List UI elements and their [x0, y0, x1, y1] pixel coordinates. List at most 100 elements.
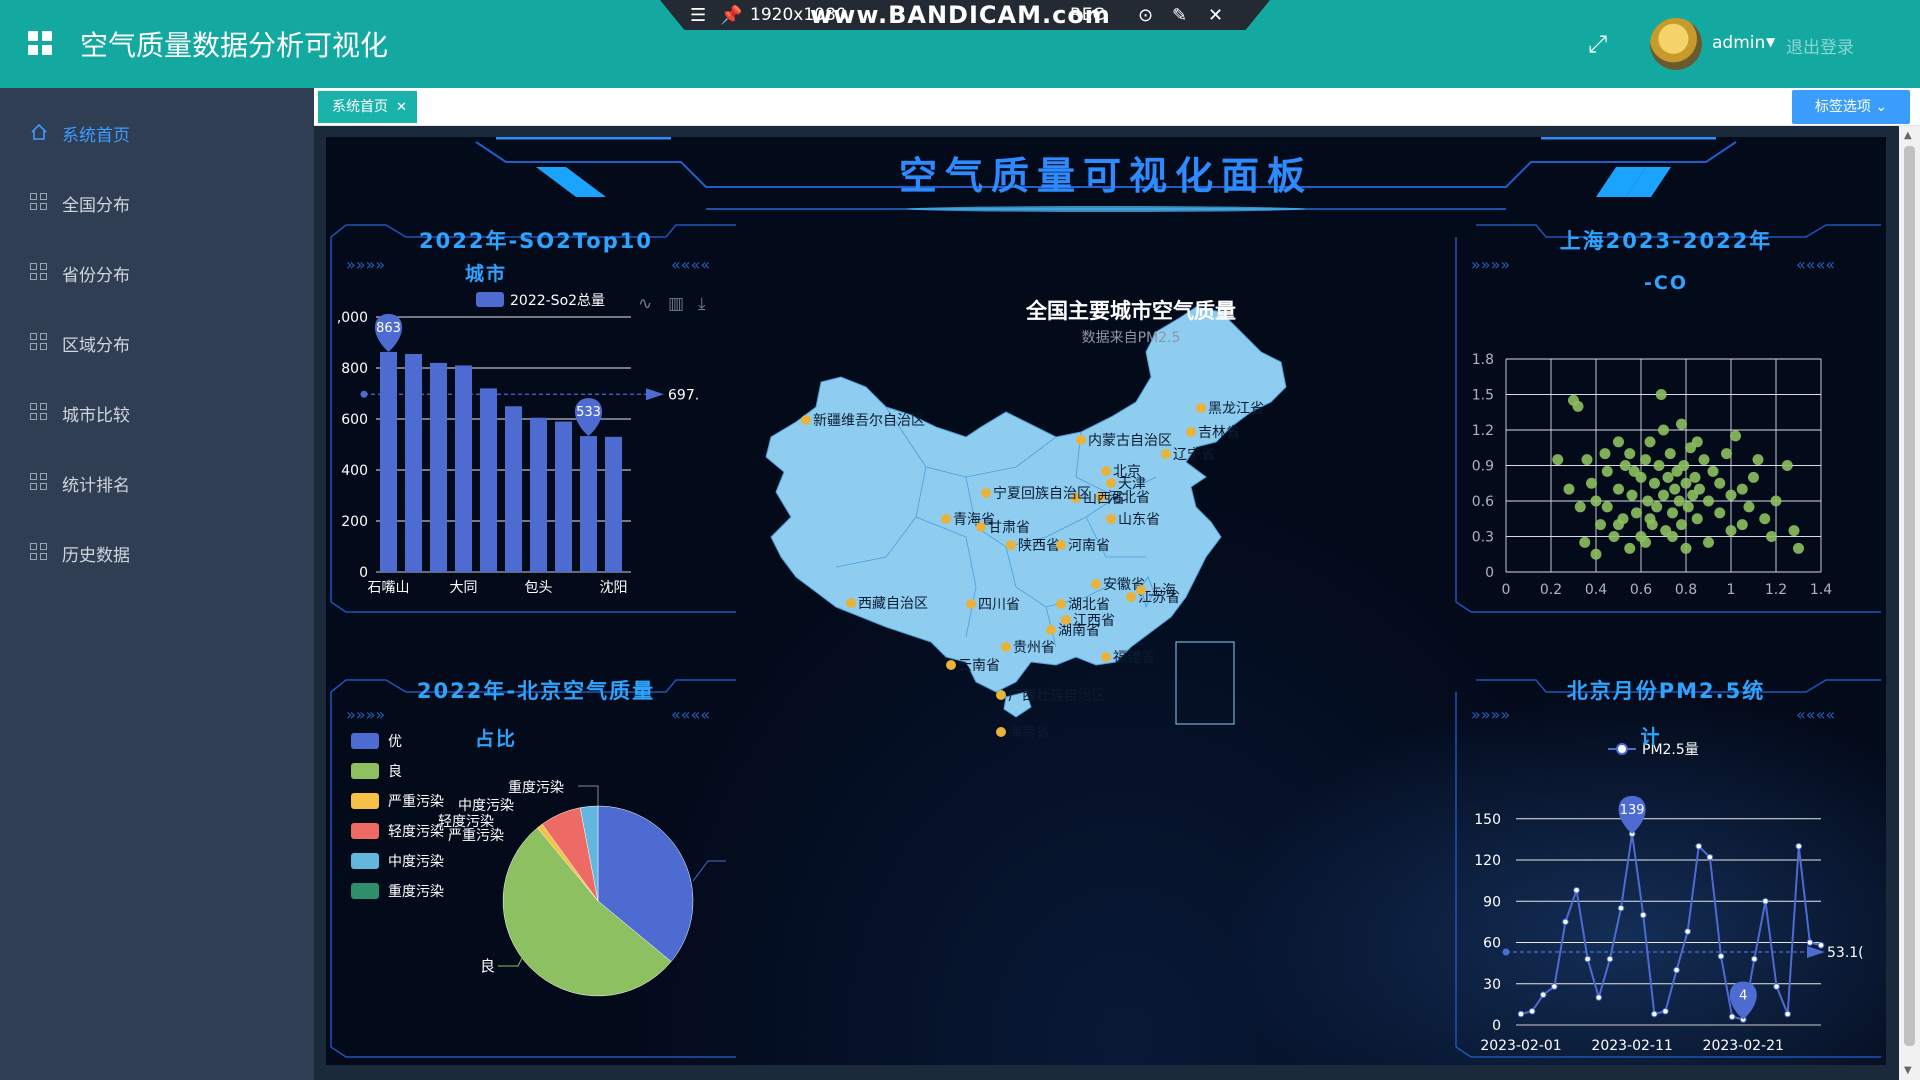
co-xtick-label: 0.4	[1585, 582, 1607, 598]
co-point	[1667, 507, 1678, 519]
svg-text:««««: ««««	[671, 255, 710, 274]
pie-leader-line	[578, 785, 599, 806]
co-point	[1682, 501, 1694, 513]
sidebar-item-national[interactable]: 全国分布	[0, 173, 314, 233]
map-city-dot	[1001, 642, 1011, 652]
close-icon[interactable]: ✕	[1208, 5, 1223, 26]
pencil-icon[interactable]: ✎	[1172, 5, 1187, 26]
scroll-up-icon[interactable]: ▲	[1904, 130, 1912, 141]
page-scrollbar[interactable]: ▲ ▼	[1899, 126, 1920, 1080]
grid-icon	[30, 543, 48, 561]
co-point	[1662, 471, 1674, 483]
recorder-rec[interactable]: REC	[1070, 5, 1104, 25]
sidebar-item-home[interactable]: 系统首页	[0, 103, 314, 163]
co-point	[1788, 525, 1800, 537]
pie-legend-swatch	[351, 853, 379, 869]
so2-bar	[480, 388, 497, 572]
co-point	[1691, 436, 1703, 448]
pie-leader-line	[692, 860, 726, 882]
so2-xtick-label: 包头	[525, 580, 553, 596]
tab-options-button[interactable]: 标签选项 ⌄	[1792, 90, 1910, 124]
pm-point	[1573, 886, 1580, 894]
co-point	[1725, 525, 1737, 537]
menu-icon[interactable]: ☰	[690, 5, 706, 26]
co-title: 上海2023-2022年	[1559, 229, 1773, 253]
sidebar: 系统首页 全国分布 省份分布 区域分布 城市比较 统计排名 历史数据	[0, 88, 314, 1080]
map-city-label: 湖北省	[1068, 597, 1110, 613]
sidebar-item-history[interactable]: 历史数据	[0, 523, 314, 583]
so2-ytick-label: 600	[341, 412, 368, 428]
map-city-dot	[946, 660, 956, 670]
scrollbar-thumb[interactable]	[1904, 146, 1915, 1046]
co-point	[1613, 519, 1624, 531]
recorder-brand: www.BANDICAM.com	[810, 1, 1111, 29]
sidebar-item-province[interactable]: 省份分布	[0, 243, 314, 303]
co-point	[1658, 424, 1669, 436]
co-point	[1730, 430, 1741, 442]
pm-point	[1762, 897, 1769, 905]
co-point	[1736, 519, 1748, 531]
app-grid-icon[interactable]	[28, 31, 54, 57]
pin-icon[interactable]: 📌	[720, 5, 742, 26]
co-point	[1676, 519, 1687, 531]
co-point	[1613, 483, 1624, 495]
china-map[interactable]	[765, 306, 1287, 725]
svg-text:»»»»: »»»»	[1471, 255, 1510, 274]
co-point	[1579, 536, 1591, 548]
scroll-down-icon[interactable]: ▼	[1904, 1065, 1912, 1076]
pm-point	[1595, 994, 1603, 1001]
pie-legend-label: 优	[388, 734, 402, 750]
sidebar-item-region[interactable]: 区域分布	[0, 313, 314, 373]
so2-bar-chart: 0 200 400 600 800 ,000 石嘴山 大同 包头 沈阳 697. 863 533 2022…	[337, 292, 706, 596]
avatar[interactable]	[1650, 18, 1702, 70]
map-city-label: 辽宁省	[1173, 446, 1215, 463]
map-city-dot	[1056, 599, 1066, 609]
co-point	[1586, 477, 1597, 489]
pie-legend-label: 轻度污染	[388, 824, 444, 840]
map-city-label: 上海	[1148, 583, 1176, 599]
pm-point	[1662, 1007, 1669, 1015]
sidebar-item-ranking[interactable]: 统计排名	[0, 453, 314, 513]
co-point	[1714, 477, 1726, 489]
map-city-dot	[966, 599, 976, 609]
co-xtick-label: 1.4	[1810, 582, 1832, 598]
map-city-dot	[976, 522, 986, 532]
co-point	[1640, 536, 1651, 548]
so2-ytick-label: 0	[359, 565, 368, 581]
co-point	[1572, 400, 1584, 412]
sidebar-item-city-compare[interactable]: 城市比较	[0, 383, 314, 443]
close-icon[interactable]: ✕	[396, 100, 407, 115]
map-city-dot	[1056, 540, 1066, 550]
svg-text:««««: ««««	[671, 705, 710, 724]
pm-point	[1539, 991, 1547, 999]
map-city-label: 内蒙古自治区	[1088, 433, 1172, 449]
co-point	[1752, 454, 1764, 466]
map-subtitle: 数据来自PM2.5	[1081, 330, 1181, 346]
map-city-dot	[996, 690, 1006, 700]
pm-point	[1773, 983, 1780, 990]
camera-icon[interactable]: ⊙	[1138, 5, 1153, 26]
co-point	[1619, 460, 1631, 471]
logout-link[interactable]: 退出登录	[1786, 33, 1854, 58]
svg-text:««««: ««««	[1796, 255, 1835, 274]
tab-options-label: 标签选项	[1814, 99, 1871, 115]
chevron-down-icon[interactable]: ▼	[1766, 35, 1775, 49]
pm-point	[1617, 904, 1625, 912]
co-point	[1793, 542, 1804, 554]
so2-ytick-label: 800	[341, 361, 368, 377]
user-name[interactable]: admin	[1712, 33, 1765, 53]
map-city-label: 黑龙江省	[1208, 401, 1264, 417]
so2-ytick-label: ,000	[337, 310, 368, 326]
pm-ytick-label: 150	[1474, 812, 1501, 828]
co-point	[1694, 483, 1705, 495]
pm-point	[1562, 918, 1569, 926]
line-chart-icon: ∿	[638, 294, 652, 314]
tab-home[interactable]: 系统首页 ✕	[318, 91, 417, 123]
fullscreen-icon[interactable]: ⤢	[1588, 30, 1614, 58]
so2-xtick-label: 石嘴山	[368, 580, 410, 596]
app-title: 空气质量数据分析可视化	[80, 29, 389, 62]
pm-ytick-label: 60	[1483, 936, 1501, 952]
map-city-dot	[1061, 615, 1071, 625]
map-city-label: 山东省	[1118, 512, 1160, 528]
co-point	[1698, 454, 1710, 466]
